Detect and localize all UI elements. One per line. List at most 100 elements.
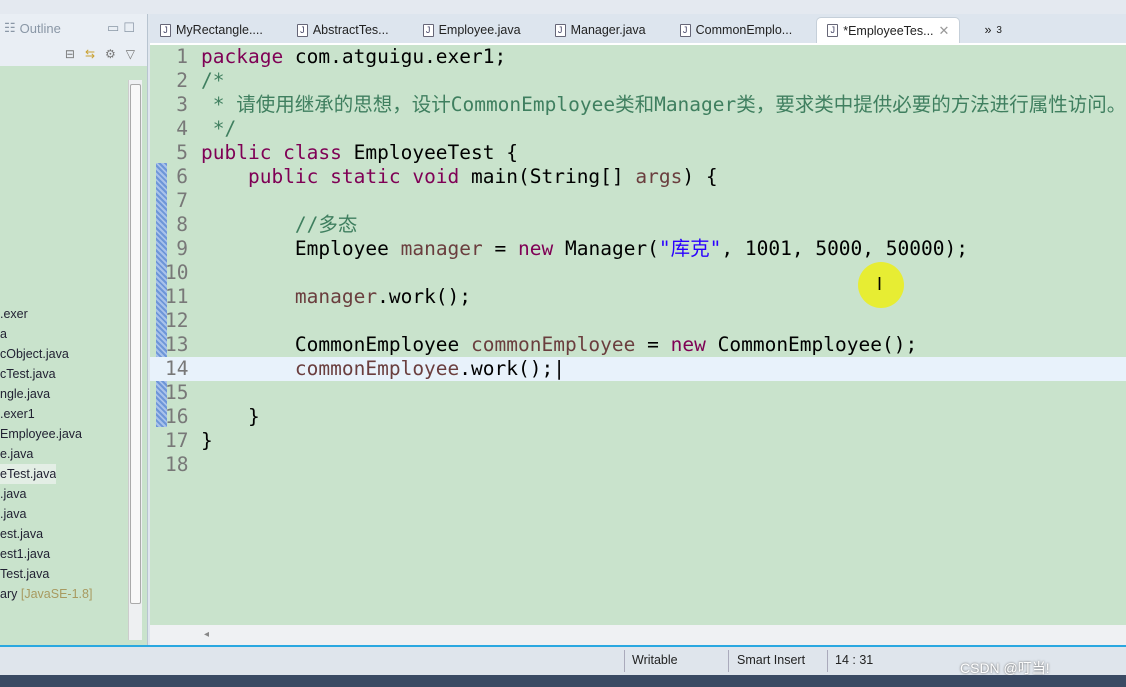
code-line[interactable]: 18 [150,453,1126,477]
tree-item[interactable]: cObject.java [0,344,128,364]
editor-tab[interactable]: J CommonEmplo... [670,17,803,43]
code-token-pl: Employee [201,237,401,260]
tree-item[interactable]: cTest.java [0,364,128,384]
tree-item[interactable]: eTest.java [0,464,56,484]
line-number: 14 [165,357,189,380]
code-token-pl: .work();| [459,357,565,380]
java-file-icon: J [160,23,171,37]
scroll-left-icon[interactable]: ◂ [204,629,209,640]
code-token-st: "库克" [658,237,722,260]
editor-tab[interactable]: J *EmployeeTes... ✕ [816,17,961,43]
tree-item[interactable]: Test.java [0,564,128,584]
code-line[interactable]: 10 [150,261,1126,285]
tree-item[interactable]: ary [JavaSE-1.8] [0,584,128,604]
close-tab-icon[interactable]: ✕ [939,23,950,39]
view-menu-icon[interactable]: ▽ [126,47,135,61]
tree-item-label: ary [0,587,18,601]
code-line[interactable]: 13 CommonEmployee commonEmployee = new C… [150,333,1126,357]
code-line[interactable]: 4 */ [150,117,1126,141]
tree-item[interactable]: .exer [0,304,128,324]
code-token-pl: main(String[] [459,165,636,188]
code-token-pl: EmployeeTest { [341,141,518,164]
collapse-all-icon[interactable]: ⊟ [65,47,75,61]
code-text: * 请使用继承的思想，设计CommonEmployee类和Manager类，要求… [201,93,1126,117]
cursor-position: 14 : 31 [835,653,874,667]
code-text: public class EmployeeTest { [201,141,518,165]
line-number: 8 [176,213,188,236]
tab-label: MyRectangle.... [176,23,263,37]
code-token-var: args [635,165,683,188]
package-tree: .exer a cObject.java cTest.java ngle.java .ex… [0,304,128,604]
tree-item-label: est.java [0,527,44,541]
tree-item-label: e.java [0,447,34,461]
code-line[interactable]: 15 [150,381,1126,405]
java-file-icon: J [554,23,566,37]
tree-item-label: Test.java [0,567,50,581]
code-line[interactable]: 12 [150,309,1126,333]
code-token-pl: CommonEmployee [201,333,472,356]
editor-tab[interactable]: J MyRectangle.... [150,17,273,43]
code-text: public static void main(String[] args) { [201,165,718,189]
line-number: 1 [176,45,188,68]
code-token-kw: package [201,45,284,68]
code-line[interactable]: 8 //多态 [150,213,1126,237]
tree-item[interactable]: e.java [0,444,128,464]
code-token-pl: .work(); [377,285,472,308]
code-line[interactable]: 16 } [150,405,1126,429]
tree-item[interactable]: .exer1 [0,404,128,424]
scrollbar-thumb[interactable] [130,84,141,604]
code-line[interactable]: 14 commonEmployee.work();| [150,357,1126,381]
maximize-icon[interactable]: ☐ [123,20,135,36]
tree-item-label: .exer1 [0,407,35,421]
code-token-cm: */ [201,117,237,140]
code-line[interactable]: 1 package com.atguigu.exer1; [150,45,1126,69]
tree-item-label: cObject.java [0,347,69,361]
tab-label: Employee.java [438,23,521,37]
editor-tab[interactable]: J Manager.java [545,17,656,43]
code-line[interactable]: 3 * 请使用继承的思想，设计CommonEmployee类和Manager类，… [150,93,1126,117]
editor-tabs: J MyRectangle.... J AbstractTes... J Employee… [150,14,1126,43]
line-number: 5 [176,141,188,164]
tree-item[interactable]: ngle.java [0,384,128,404]
tree-item[interactable]: Employee.java [0,424,128,444]
code-token-kw: public static void [247,165,460,188]
tab-label: CommonEmplo... [695,23,793,37]
code-text: Employee manager = new Manager("库克", 100… [201,237,968,261]
tree-item[interactable]: .java [0,484,128,504]
tab-label: *EmployeeTes... [843,23,934,38]
code-line[interactable]: 2 /* [150,69,1126,93]
link-with-editor-icon[interactable]: ⇆ [85,47,95,61]
tree-item[interactable]: .java [0,504,128,524]
code-line[interactable]: 11 manager.work(); [150,285,1126,309]
line-number: 18 [165,453,189,476]
tabs-overflow-button[interactable]: » 3 [974,17,1012,43]
editor-horizontal-scrollbar[interactable]: ◂ [150,625,1126,645]
code-line[interactable]: 6 public static void main(String[] args)… [150,165,1126,189]
tree-item[interactable]: est.java [0,524,128,544]
outline-panel: ☷ Outline ▭ ☐ ⊟ ⇆ ⚙ ▽ .exer a cObject.java… [0,14,148,645]
tree-item-label: .exer [0,307,28,321]
editor-tab[interactable]: J AbstractTes... [287,17,399,43]
minimize-icon[interactable]: ▭ [107,20,119,36]
tree-item-label: Employee.java [0,427,82,441]
tree-item[interactable]: a [0,324,128,344]
tree-item[interactable]: est1.java [0,544,128,564]
code-token-var: manager [400,237,483,260]
code-token-pl: , 1001, 5000, 50000); [721,237,968,260]
code-line[interactable]: 9 Employee manager = new Manager("库克", 1… [150,237,1126,261]
code-editor[interactable]: 1 package com.atguigu.exer1; 2/* 3 * 请使用继承的… [150,43,1126,625]
code-text: } [201,405,260,429]
code-line[interactable]: 17} [150,429,1126,453]
code-token-pl: Manager( [553,237,659,260]
code-line[interactable]: 5 public class EmployeeTest { [150,141,1126,165]
tree-scrollbar[interactable] [128,80,142,640]
code-token-pl: } [201,405,260,428]
status-bar: Writable Smart Insert 14 : 31 [0,645,1126,675]
editor-tab[interactable]: J Employee.java [413,17,531,43]
outline-tab[interactable]: Outline [20,21,61,36]
library-version: [JavaSE-1.8] [20,587,93,601]
filter-icon[interactable]: ⚙ [105,47,116,61]
code-token-kw: new [518,237,554,260]
code-line[interactable]: 7 [150,189,1126,213]
